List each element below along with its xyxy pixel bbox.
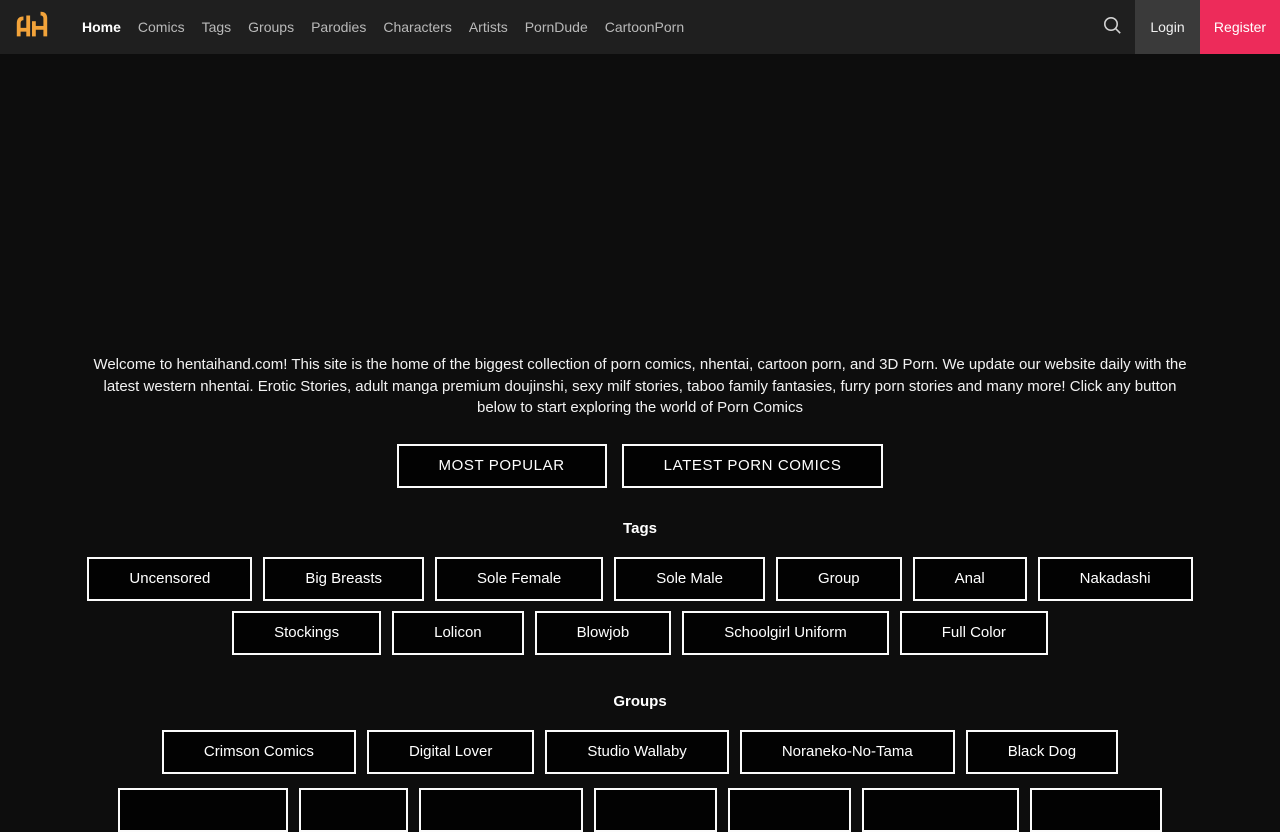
- group-button-digital-lover[interactable]: Digital Lover: [366, 729, 535, 774]
- login-button[interactable]: Login: [1135, 0, 1200, 54]
- register-button[interactable]: Register: [1200, 0, 1280, 54]
- nav-item-characters[interactable]: Characters: [383, 19, 451, 35]
- welcome-text: Welcome to hentaihand.com! This site is …: [93, 356, 1187, 416]
- tag-button-blowjob[interactable]: Blowjob: [534, 610, 672, 655]
- tag-button-nakadashi[interactable]: Nakadashi: [1037, 556, 1193, 601]
- nav-item-parodies[interactable]: Parodies: [311, 19, 366, 35]
- main-content: Welcome to hentaihand.com! This site is …: [0, 354, 1280, 832]
- tag-button-big-breasts[interactable]: Big Breasts: [263, 556, 425, 601]
- tags-row-2: Stockings Lolicon Blowjob Schoolgirl Unifor…: [0, 610, 1280, 655]
- nav-item-tags[interactable]: Tags: [202, 19, 232, 35]
- group-button-black-dog[interactable]: Black Dog: [965, 729, 1119, 774]
- nav-item-porndude[interactable]: PornDude: [525, 19, 588, 35]
- search-button[interactable]: [1089, 0, 1135, 54]
- group-button-cutoff-4[interactable]: [594, 787, 717, 832]
- group-button-crimson-comics[interactable]: Crimson Comics: [161, 729, 356, 774]
- group-button-cutoff-1[interactable]: [118, 787, 288, 832]
- navbar: Home Comics Tags Groups Parodies Characters Ar…: [0, 0, 1280, 54]
- nav-item-artists[interactable]: Artists: [469, 19, 508, 35]
- logo-icon: [13, 7, 51, 48]
- tag-button-anal[interactable]: Anal: [912, 556, 1027, 601]
- tags-row-1: Uncensored Big Breasts Sole Female Sole Mal…: [0, 556, 1280, 601]
- tag-button-schoolgirl-uniform[interactable]: Schoolgirl Uniform: [682, 610, 889, 655]
- nav-item-home[interactable]: Home: [82, 19, 121, 35]
- logo[interactable]: [0, 0, 52, 54]
- group-button-cutoff-2[interactable]: [299, 787, 408, 832]
- tag-button-full-color[interactable]: Full Color: [899, 610, 1048, 655]
- cta-row: MOST POPULAR LATEST PORN COMICS: [0, 443, 1280, 488]
- tag-button-group[interactable]: Group: [775, 556, 902, 601]
- group-button-noraneko-no-tama[interactable]: Noraneko-No-Tama: [739, 729, 955, 774]
- groups-heading: Groups: [613, 692, 667, 710]
- group-button-cutoff-7[interactable]: [1030, 787, 1162, 832]
- groups-row-2: [0, 787, 1280, 832]
- nav-item-cartoonporn[interactable]: CartoonPorn: [605, 19, 684, 35]
- nav-item-groups[interactable]: Groups: [248, 19, 294, 35]
- groups-row-1: Crimson Comics Digital Lover Studio Wallab…: [0, 729, 1280, 774]
- group-button-studio-wallaby[interactable]: Studio Wallaby: [545, 729, 729, 774]
- group-button-cutoff-5[interactable]: [728, 787, 851, 832]
- nav-links: Home Comics Tags Groups Parodies Characters Ar…: [82, 0, 684, 54]
- group-button-cutoff-3[interactable]: [419, 787, 583, 832]
- tag-button-sole-male[interactable]: Sole Male: [614, 556, 765, 601]
- tag-button-stockings[interactable]: Stockings: [232, 610, 382, 655]
- search-icon: [1103, 16, 1122, 38]
- tag-button-sole-female[interactable]: Sole Female: [435, 556, 604, 601]
- nav-item-comics[interactable]: Comics: [138, 19, 185, 35]
- tag-button-uncensored[interactable]: Uncensored: [87, 556, 253, 601]
- tags-heading: Tags: [623, 519, 657, 537]
- nav-right: Login Register: [1089, 0, 1280, 54]
- group-button-cutoff-6[interactable]: [862, 787, 1019, 832]
- most-popular-button[interactable]: MOST POPULAR: [396, 443, 607, 488]
- tag-button-lolicon[interactable]: Lolicon: [392, 610, 524, 655]
- latest-porn-comics-button[interactable]: LATEST PORN COMICS: [621, 443, 884, 488]
